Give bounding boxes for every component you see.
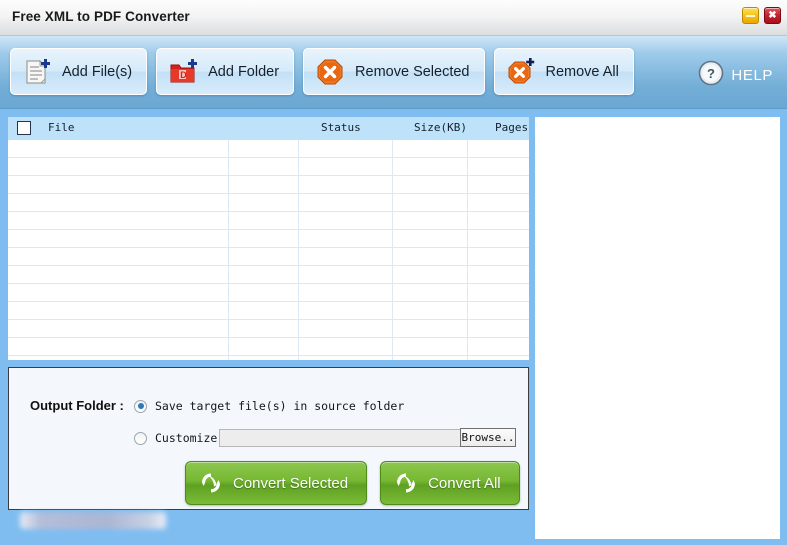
help-label: HELP [731,67,773,84]
table-row[interactable] [8,302,529,320]
toolbar-button-group: Add File(s) D Add Folder Remove Selected… [10,48,634,95]
close-button[interactable]: ✖ [764,7,781,24]
svg-text:D: D [180,70,187,80]
blurred-footer-item[interactable] [20,512,166,529]
svg-text:?: ? [707,66,715,81]
radio-save-in-source-label: Save target file(s) in source folder [155,399,405,413]
table-row[interactable] [8,248,529,266]
convert-button-group: Convert Selected Convert All [185,461,520,505]
radio-save-in-source-row[interactable]: Save target file(s) in source folder [134,399,404,413]
remove-all-button[interactable]: Remove All [493,48,634,95]
convert-all-label: Convert All [428,474,501,492]
table-row[interactable] [8,158,529,176]
title-bar: Free XML to PDF Converter ✖ [0,0,787,36]
remove-x-icon [315,57,345,87]
file-list-header: File Status Size(KB) Pages [8,117,529,140]
radio-customize-row[interactable]: Customize [134,431,217,445]
help-button[interactable]: ? HELP [698,60,773,91]
column-header-pages[interactable]: Pages [495,121,528,134]
radio-customize-label: Customize [155,431,218,445]
browse-button[interactable]: Browse.. [460,428,516,447]
window-title: Free XML to PDF Converter [12,9,190,24]
output-folder-panel: Output Folder : Save target file(s) in s… [8,367,529,510]
convert-arrows-icon [199,471,223,495]
file-list-panel: File Status Size(KB) Pages [8,117,529,360]
table-row[interactable] [8,194,529,212]
table-row[interactable] [8,176,529,194]
convert-all-button[interactable]: Convert All [380,461,520,505]
output-folder-label: Output Folder : [30,398,124,413]
add-folder-button[interactable]: D Add Folder [156,48,295,95]
application-window: Free XML to PDF Converter ✖ Add File(s) … [0,0,787,545]
question-circle-icon: ? [698,60,724,91]
column-header-status[interactable]: Status [321,121,361,134]
radio-save-in-source[interactable] [134,399,147,413]
convert-selected-button[interactable]: Convert Selected [185,461,368,505]
remove-all-label: Remove All [545,63,619,80]
toolbar: Add File(s) D Add Folder Remove Selected… [0,36,787,109]
select-all-checkbox[interactable] [17,121,31,135]
convert-arrows-icon [394,471,418,495]
column-header-file[interactable]: File [48,121,75,134]
document-plus-icon [22,57,52,87]
file-list-body[interactable] [8,140,529,360]
window-controls: ✖ [742,7,781,24]
table-row[interactable] [8,320,529,338]
table-row[interactable] [8,284,529,302]
table-row[interactable] [8,212,529,230]
minimize-button[interactable] [742,7,759,24]
column-header-size[interactable]: Size(KB) [414,121,467,134]
preview-panel[interactable] [535,117,780,539]
table-row[interactable] [8,338,529,356]
table-row[interactable] [8,230,529,248]
output-path-input[interactable] [219,429,467,447]
remove-selected-label: Remove Selected [355,63,470,80]
add-folder-label: Add Folder [208,63,280,80]
folder-plus-icon: D [168,57,198,87]
remove-x-plus-icon [506,57,536,87]
add-files-button[interactable]: Add File(s) [10,48,148,95]
table-row[interactable] [8,140,529,158]
remove-selected-button[interactable]: Remove Selected [303,48,485,95]
add-files-label: Add File(s) [62,63,133,80]
radio-customize[interactable] [134,431,147,445]
convert-selected-label: Convert Selected [233,474,349,492]
table-row[interactable] [8,266,529,284]
